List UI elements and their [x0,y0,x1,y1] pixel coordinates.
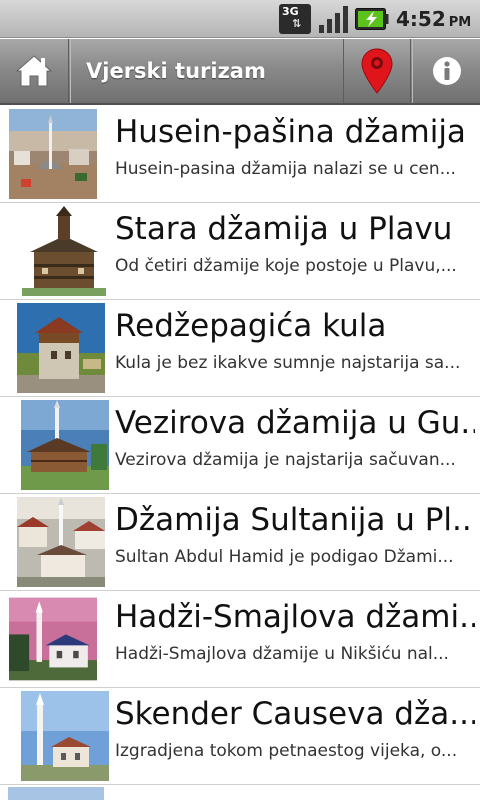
map-pin-icon [361,48,393,94]
home-button[interactable] [0,39,69,103]
network-3g-icon: 3G ⇅ [279,4,311,34]
list-item[interactable]: Vezirova džamija u Gu... Vezirova džamij… [0,397,480,494]
map-button[interactable] [343,39,411,103]
list-item-thumbnail [9,109,97,199]
list-item-partial[interactable] [0,785,480,800]
list-item-title: Skender Causeva dža... [115,696,475,732]
list-item-description: Izgradjena tokom petnaestog vijeka, o... [115,741,458,761]
clock: 4:52 PM [396,7,471,31]
list-item-title: Vezirova džamija u Gu... [115,405,475,441]
info-button[interactable] [412,39,480,103]
list-item[interactable]: Skender Causeva dža... Izgradjena tokom … [0,688,480,785]
list-item-title: Husein-pašina džamija [115,114,466,150]
list-item[interactable]: Džamija Sultanija u Pl... Sultan Abdul H… [0,494,480,591]
list-item-thumbnail [20,206,108,296]
list-item-thumbnail [17,497,105,587]
info-icon [432,57,461,85]
clock-time: 4:52 [396,7,446,31]
list-item[interactable]: Hadži-Smajlova džami... Hadži-Smajlova d… [0,591,480,688]
list-item-thumbnail [8,787,104,800]
list-item-thumbnail [21,691,109,781]
list-item-description: Od četiri džamije koje postoje u Plavu,.… [115,256,457,276]
signal-strength-icon [319,6,348,33]
home-icon [15,55,53,87]
list-item-description: Hadži-Smajlova džamije u Nikšiću nal... [115,644,449,664]
data-activity-icon: ⇅ [292,17,302,30]
list-item[interactable]: Redžepagića kula Kula je bez ikakve sumn… [0,300,480,397]
list-item-title: Stara džamija u Plavu [115,211,453,247]
page-title: Vjerski turizam [70,39,342,103]
list-item-description: Husein-pasina džamija nalazi se u cen... [115,159,456,179]
list-item-title: Redžepagića kula [115,308,387,344]
status-bar: 3G ⇅ 4:52 PM [0,0,480,38]
attraction-list: Husein-pašina džamija Husein-pasina džam… [0,106,480,800]
list-item-thumbnail [21,400,109,490]
battery-charging-icon [355,8,389,30]
list-item-title: Hadži-Smajlova džami... [115,599,475,635]
list-item-description: Vezirova džamija je najstarija sačuvan..… [115,450,456,470]
list-item[interactable]: Husein-pašina džamija Husein-pasina džam… [0,106,480,203]
list-item-thumbnail [17,303,105,393]
action-bar: Vjerski turizam [0,39,480,105]
list-item-title: Džamija Sultanija u Pl... [115,502,475,538]
list-item[interactable]: Stara džamija u Plavu Od četiri džamije … [0,203,480,300]
list-item-thumbnail [9,597,97,681]
clock-ampm: PM [448,15,472,30]
list-item-description: Kula je bez ikakve sumnje najstarija sa.… [115,353,461,373]
list-item-description: Sultan Abdul Hamid je podigao Džami... [115,547,454,567]
